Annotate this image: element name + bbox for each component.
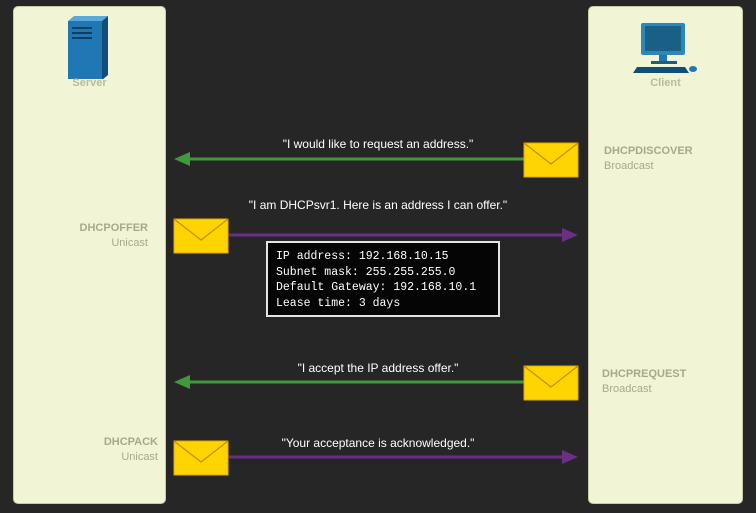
message-type-request: DHCPREQUEST	[602, 368, 687, 380]
message-type-ack: DHCPACK	[103, 436, 158, 448]
arrow-dhcpoffer	[228, 228, 578, 242]
message-mode-discover: Broadcast	[604, 160, 654, 172]
offer-subnet-mask: Subnet mask: 255.255.255.0	[276, 265, 456, 279]
offer-lease-time: Lease time: 3 days	[276, 296, 401, 310]
envelope-icon	[523, 142, 579, 178]
message-type-discover: DHCPDISCOVER	[604, 145, 693, 157]
arrow-dhcprequest	[174, 375, 524, 389]
offer-details-box: IP address: 192.168.10.15 Subnet mask: 2…	[266, 241, 500, 317]
envelope-icon	[523, 365, 579, 401]
offer-default-gateway: Default Gateway: 192.168.10.1	[276, 281, 477, 294]
message-mode-request: Broadcast	[602, 383, 652, 395]
arrow-dhcpack	[228, 450, 578, 464]
message-quote-ack: "Your acceptance is acknowledged."	[281, 436, 475, 450]
message-quote-request: "I accept the IP address offer."	[297, 361, 459, 375]
message-quote-discover: "I would like to request an address."	[282, 137, 474, 151]
message-mode-ack: Unicast	[121, 451, 158, 463]
message-quote-offer: "I am DHCPsvr1. Here is an address I can…	[248, 198, 508, 212]
envelope-icon	[173, 218, 229, 254]
message-type-offer: DHCPOFFER	[79, 222, 148, 234]
offer-ip-address: IP address: 192.168.10.15	[276, 250, 449, 263]
envelope-icon	[173, 440, 229, 476]
message-mode-offer: Unicast	[111, 237, 148, 249]
arrow-dhcpdiscover	[174, 152, 524, 166]
